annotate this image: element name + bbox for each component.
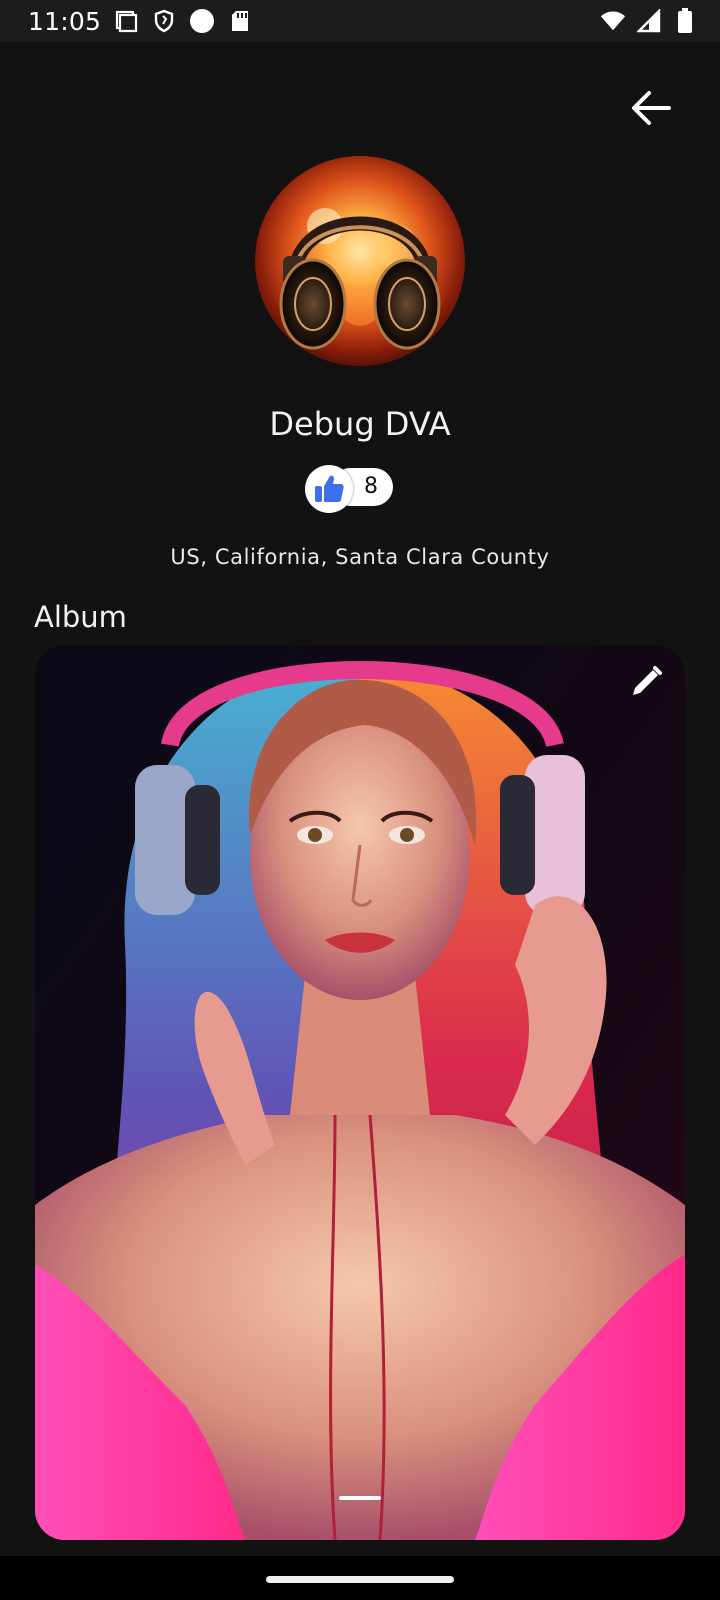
location-text: US, California, Santa Clara County xyxy=(170,545,550,569)
home-gesture-handle[interactable] xyxy=(266,1576,454,1583)
album-title: Album xyxy=(34,600,127,634)
status-bar: 11:05 xyxy=(0,0,720,42)
page-indicator xyxy=(339,1496,381,1500)
cell-signal-icon xyxy=(636,8,662,34)
back-button[interactable] xyxy=(622,80,678,136)
avatar[interactable] xyxy=(255,156,465,366)
battery-icon xyxy=(672,8,698,34)
sd-card-icon xyxy=(227,8,253,34)
woman-headphones-photo xyxy=(35,645,685,1540)
circle-icon xyxy=(189,8,215,34)
shield-icon xyxy=(151,8,177,34)
status-left: 11:05 xyxy=(28,7,253,36)
headphones-fire-image xyxy=(255,156,465,366)
status-time: 11:05 xyxy=(28,6,102,36)
arrow-back-icon xyxy=(632,91,671,125)
edit-album-button[interactable] xyxy=(624,660,668,704)
profile-screen: 11:05 Debug DVA 8 US, California, Santa … xyxy=(0,0,720,1600)
profile-name: Debug DVA xyxy=(269,405,451,443)
like-count: 8 xyxy=(364,474,378,499)
status-right xyxy=(600,8,698,34)
thumbs-up-icon xyxy=(315,475,344,502)
wifi-icon xyxy=(600,8,626,34)
like-thumb-circle xyxy=(305,465,353,513)
like-button[interactable]: 8 xyxy=(305,465,395,513)
pencil-icon xyxy=(633,666,662,695)
album-photo-card[interactable] xyxy=(35,645,685,1540)
screenshot-icon xyxy=(113,8,139,34)
